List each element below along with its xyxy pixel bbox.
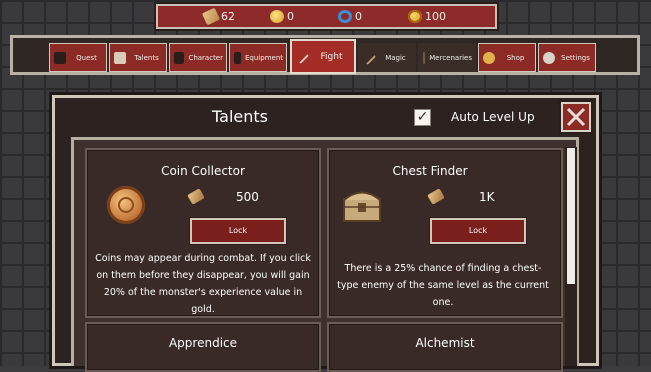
resource-cycles-value: 0 (355, 10, 362, 23)
shop-icon (483, 51, 495, 64)
tab-settings-label: Settings (561, 53, 590, 62)
resource-scrolls: 62 (201, 7, 272, 26)
tab-talents[interactable]: Talents (109, 43, 167, 72)
tab-equipment-label: Equipment (245, 53, 283, 62)
tab-fight-label: Fight (320, 51, 343, 62)
character-icon (174, 51, 185, 64)
lock-button[interactable]: Lock (430, 218, 526, 244)
close-button[interactable] (561, 102, 591, 132)
auto-level-checkbox[interactable]: ✓ (414, 109, 431, 126)
dialog-title: Talents (212, 107, 268, 126)
resource-scrolls-value: 62 (221, 10, 235, 23)
lock-button[interactable]: Lock (190, 218, 286, 244)
tab-character-label: Character (188, 53, 223, 62)
resource-coins: 0 (270, 10, 338, 23)
wand-icon (361, 50, 377, 65)
tab-equipment[interactable]: Equipment (229, 43, 287, 72)
resource-bar: 62 0 0 100 (156, 4, 497, 29)
scrollbar-thumb[interactable] (567, 148, 575, 284)
scroll-icon (201, 7, 221, 26)
tab-fight[interactable]: Fight (290, 39, 356, 74)
mercenaries-icon (423, 51, 426, 64)
resource-gold-value: 100 (425, 10, 446, 23)
resource-gold: 100 (408, 10, 476, 23)
talent-cost: 1K (479, 190, 495, 204)
talent-name: Alchemist (415, 336, 475, 350)
tab-talents-label: Talents (134, 53, 159, 62)
coin-icon (270, 10, 284, 23)
talent-name: Coin Collector (161, 164, 245, 178)
tab-shop-label: Shop (506, 53, 525, 62)
talent-description: There is a 25% chance of finding a chest… (337, 263, 549, 308)
cycle-icon (338, 10, 352, 23)
tab-mercenaries-label: Mercenaries (429, 53, 472, 62)
tab-quest[interactable]: Quest (49, 43, 107, 72)
gold-coin-icon (408, 10, 422, 23)
resource-cycles: 0 (338, 10, 406, 23)
tab-shop[interactable]: Shop (478, 43, 536, 72)
tab-mercenaries[interactable]: Mercenaries (418, 43, 476, 72)
tab-magic[interactable]: Magic (358, 43, 416, 72)
talent-description: Coins may appear during combat. If you c… (95, 253, 311, 315)
quest-icon (54, 51, 66, 64)
settings-icon (543, 51, 555, 64)
tab-settings[interactable]: Settings (538, 43, 596, 72)
talent-cost: 500 (236, 190, 259, 204)
talents-icon (114, 51, 126, 64)
coin-icon (107, 186, 145, 224)
tab-character[interactable]: Character (169, 43, 227, 72)
close-icon (566, 107, 586, 127)
tab-magic-label: Magic (385, 53, 406, 62)
talent-name: Apprendice (168, 336, 238, 350)
tab-quest-label: Quest (76, 53, 97, 62)
auto-level-label: Auto Level Up (451, 110, 535, 124)
resource-coins-value: 0 (287, 10, 294, 23)
sword-icon (294, 49, 310, 64)
chest-icon (343, 191, 381, 222)
talent-name: Chest Finder (392, 164, 468, 178)
equipment-icon (234, 51, 241, 64)
